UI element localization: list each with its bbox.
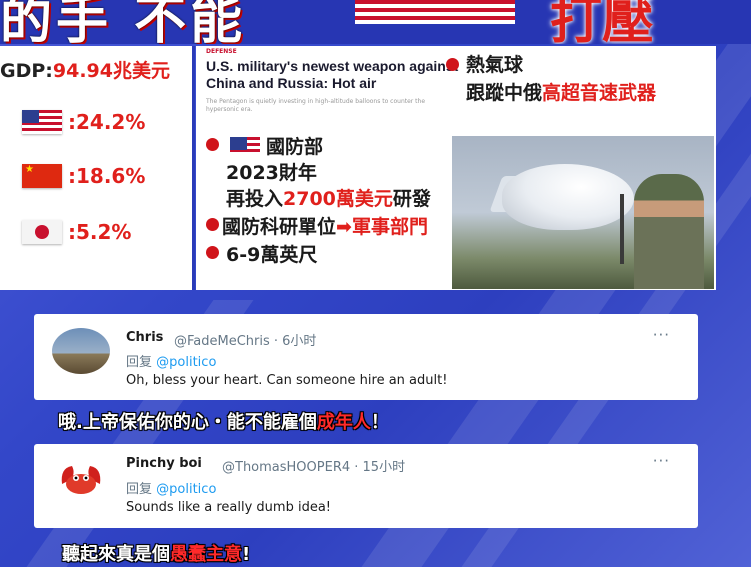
investment-suffix: 研發 bbox=[392, 188, 431, 210]
caption-text: 哦.上帝保佑你的心・能不能雇個 bbox=[58, 412, 317, 433]
bullet-icon bbox=[206, 138, 219, 151]
more-options-icon[interactable]: ··· bbox=[653, 326, 670, 344]
altitude: 6-9萬英尺 bbox=[226, 244, 318, 266]
tweet-card[interactable]: Pinchy boi @ThomasHOOPER4 · 15小时 回复 @pol… bbox=[34, 444, 698, 528]
banner-title-red: 打壓 bbox=[550, 0, 655, 44]
investment-line: 再投入2700萬美元研發 bbox=[226, 184, 431, 211]
gdp-title: GDP:94.94兆美元 bbox=[0, 56, 170, 83]
note-tracking-red: 高超音速武器 bbox=[542, 82, 657, 104]
us-flag-icon bbox=[230, 137, 260, 155]
dept-line: 國防部 bbox=[230, 132, 323, 159]
gdp-share-value: :24.2% bbox=[68, 110, 146, 134]
arrow-right-icon: ➡ bbox=[336, 216, 352, 238]
note-balloon: 熱氣球 bbox=[466, 54, 524, 76]
gdp-share-value: :18.6% bbox=[68, 164, 146, 188]
balloon-photo bbox=[452, 136, 714, 289]
caption-highlight: 成年人 bbox=[316, 412, 371, 433]
bullet-icon bbox=[206, 218, 219, 231]
article-subhead: The Pentagon is quietly investing in hig… bbox=[206, 98, 426, 113]
avatar[interactable] bbox=[52, 454, 110, 500]
tweet-author-handle[interactable]: @ThomasHOOPER4 · 15小时 bbox=[222, 456, 405, 475]
caption-suffix: ！ bbox=[370, 412, 389, 433]
blimp-icon bbox=[502, 164, 634, 230]
more-options-icon[interactable]: ··· bbox=[653, 452, 670, 470]
reply-context: 回复 @politico bbox=[126, 351, 216, 370]
tweet-author-handle[interactable]: @FadeMeChris · 6小时 bbox=[174, 330, 316, 349]
gdp-value: 94.94兆美元 bbox=[52, 60, 170, 82]
gdp-share-value: :5.2% bbox=[68, 220, 132, 244]
china-flag-icon bbox=[22, 164, 62, 188]
caption-text: 聽起來真是個 bbox=[62, 544, 170, 565]
reply-mention-link[interactable]: @politico bbox=[156, 482, 216, 497]
crab-avatar-icon bbox=[61, 466, 101, 494]
soldier-figure bbox=[634, 174, 704, 289]
gdp-row-us: :24.2% bbox=[22, 110, 145, 134]
reply-prefix: 回复 bbox=[126, 355, 153, 370]
unit-red: 軍事部門 bbox=[351, 216, 428, 238]
gdp-row-china: :18.6% bbox=[22, 164, 145, 188]
article-section-label: DEFENSE bbox=[206, 48, 237, 55]
gdp-panel: GDP:94.94兆美元 :24.2% :18.6% :5.2% bbox=[0, 46, 195, 290]
article-screenshot: DEFENSE U.S. military's newest weapon ag… bbox=[200, 46, 462, 134]
top-banner: 的手 不能 打壓 bbox=[0, 0, 751, 44]
dept-label: 國防部 bbox=[266, 136, 324, 158]
tweet-card[interactable]: Chris @FadeMeChris · 6小时 回复 @politico Oh… bbox=[34, 314, 698, 400]
fiscal-year: 2023財年 bbox=[226, 162, 317, 184]
investment-amount: 2700萬美元 bbox=[283, 188, 393, 210]
us-flag-icon bbox=[22, 110, 62, 134]
us-flag-banner-icon bbox=[355, 0, 515, 24]
tweet-body: Oh, bless your heart. Can someone hire a… bbox=[126, 373, 448, 388]
banner-title: 的手 不能 bbox=[0, 0, 247, 44]
gdp-label: GDP: bbox=[0, 60, 53, 82]
bullet-icon bbox=[206, 246, 219, 259]
investment-prefix: 再投入 bbox=[226, 188, 284, 210]
caption-highlight: 愚蠢主意 bbox=[170, 544, 242, 565]
japan-flag-icon bbox=[22, 220, 62, 244]
caption-translation: 聽起來真是個愚蠢主意! bbox=[62, 540, 250, 566]
news-panel: DEFENSE U.S. military's newest weapon ag… bbox=[196, 46, 716, 290]
unit-prefix: 國防科研單位 bbox=[222, 216, 337, 238]
caption-translation: 哦.上帝保佑你的心・能不能雇個成年人！ bbox=[58, 408, 389, 434]
tweet-author-name[interactable]: Chris bbox=[126, 330, 163, 345]
tweet-body: Sounds like a really dumb idea! bbox=[126, 500, 332, 515]
note-tracking-prefix: 跟蹤中俄 bbox=[466, 82, 543, 104]
unit-line: 國防科研單位➡軍事部門 bbox=[222, 212, 428, 239]
bullet-icon bbox=[446, 58, 459, 71]
tweet-author-name[interactable]: Pinchy boi bbox=[126, 456, 202, 471]
article-headline: U.S. military's newest weapon against Ch… bbox=[206, 58, 459, 91]
gdp-row-japan: :5.2% bbox=[22, 220, 131, 244]
reply-prefix: 回复 bbox=[126, 482, 153, 497]
mooring-tower bbox=[620, 194, 624, 264]
reply-context: 回复 @politico bbox=[126, 478, 216, 497]
note-tracking: 跟蹤中俄高超音速武器 bbox=[466, 78, 656, 105]
reply-mention-link[interactable]: @politico bbox=[156, 355, 216, 370]
caption-suffix: ! bbox=[242, 544, 251, 565]
avatar[interactable] bbox=[52, 328, 110, 374]
